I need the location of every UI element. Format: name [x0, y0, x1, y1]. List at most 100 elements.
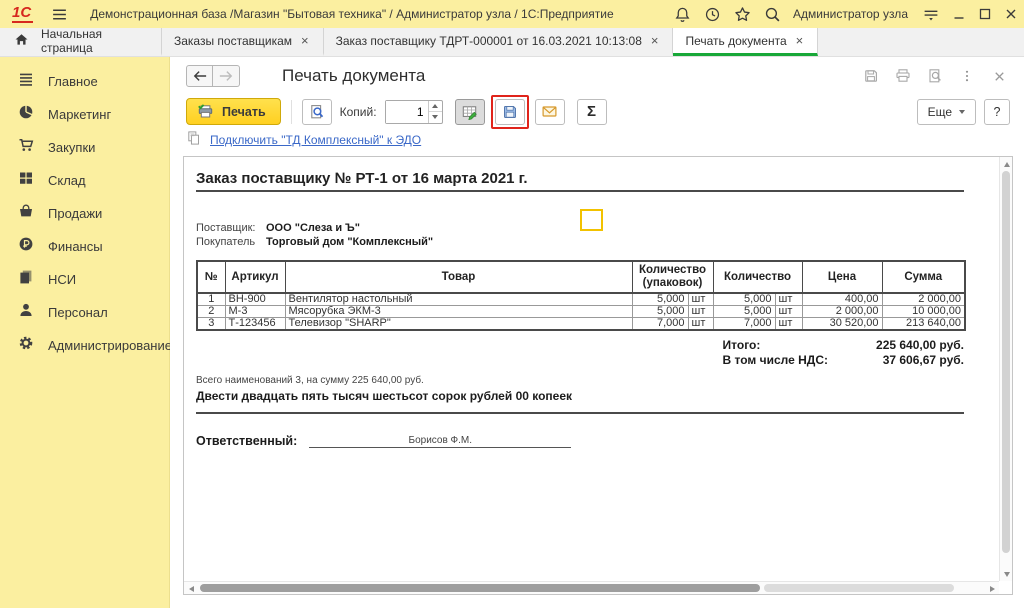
help-button[interactable]: ? [984, 99, 1010, 125]
copies-stepper[interactable] [385, 100, 443, 124]
spin-down-icon[interactable] [429, 112, 442, 123]
sidebar-item-label: Администрирование [48, 338, 172, 353]
buyer-label: Покупатель [196, 235, 266, 249]
sidebar-item-purchases[interactable]: Закупки [0, 131, 169, 164]
chevron-down-icon [959, 110, 965, 114]
main-panel: Печать документа [170, 57, 1024, 608]
preview-button[interactable] [302, 99, 332, 125]
save-document-button[interactable] [495, 99, 525, 125]
close-form-icon[interactable] [986, 64, 1012, 88]
save-outline-icon[interactable] [858, 64, 884, 88]
table-row: 3 Т-123456 Телевизор "SHARP" 7,000 шт 7,… [197, 318, 965, 331]
copies-spin-buttons [428, 101, 442, 123]
scroll-up-icon[interactable] [1000, 158, 1013, 170]
search-icon[interactable] [757, 1, 787, 27]
home-icon [14, 32, 29, 50]
gear-icon [18, 335, 34, 356]
top-bar: 1С Демонстрационная база /Магазин "Бытов… [0, 0, 1024, 28]
supplier-label: Поставщик: [196, 221, 266, 235]
vertical-scrollbar[interactable] [999, 157, 1012, 581]
maximize-button[interactable] [972, 1, 998, 27]
vat-value: 37 606,67 руб. [836, 353, 964, 367]
sidebar-item-sales[interactable]: Продажи [0, 197, 169, 230]
sidebar-item-label: Продажи [48, 206, 102, 221]
sidebar-item-nsi[interactable]: НСИ [0, 263, 169, 296]
sidebar-item-personnel[interactable]: Персонал [0, 296, 169, 329]
tab-home[interactable]: Начальная страница [0, 28, 162, 56]
more-dots-icon[interactable] [954, 64, 980, 88]
vertical-scroll-thumb[interactable] [1002, 171, 1010, 553]
tab-label: Начальная страница [41, 27, 149, 55]
copies-input[interactable] [386, 101, 428, 123]
edo-row: Подключить "ТД Комплексный" к ЭДО [170, 128, 1024, 152]
title-rule [196, 190, 964, 192]
scroll-left-icon[interactable] [185, 582, 197, 595]
document-title: Заказ поставщику № РТ-1 от 16 марта 2021… [196, 170, 999, 187]
print-button[interactable]: Печать [186, 98, 281, 125]
scroll-right-icon[interactable] [986, 582, 998, 595]
spin-up-icon[interactable] [429, 101, 442, 113]
responsible-signature: Борисов Ф.М. [309, 435, 571, 448]
footer-rule [196, 412, 964, 414]
table-row: 2 М-3 Мясорубка ЭКМ-3 5,000 шт 5,000 шт … [197, 306, 965, 318]
horizontal-scroll-thumb[interactable] [200, 584, 760, 592]
vat-label: В том числе НДС: [723, 353, 828, 367]
edit-table-button[interactable] [455, 99, 485, 125]
main-menu-icon[interactable] [51, 6, 68, 23]
notifications-bell-icon[interactable] [667, 1, 697, 27]
sidebar-item-administration[interactable]: Администрирование [0, 329, 169, 362]
tab-print-document[interactable]: Печать документа × [673, 28, 818, 56]
sidebar-item-label: Персонал [48, 305, 108, 320]
sidebar-item-main[interactable]: Главное [0, 65, 169, 98]
current-user[interactable]: Администратор узла [793, 7, 908, 21]
sidebar-item-warehouse[interactable]: Склад [0, 164, 169, 197]
summary-line: Всего наименований 3, на сумму 225 640,0… [196, 375, 999, 386]
total-label: Итого: [723, 338, 828, 352]
totals-block: Итого: 225 640,00 руб. В том числе НДС: … [196, 338, 964, 367]
scroll-down-icon[interactable] [1000, 568, 1013, 580]
favorites-star-icon[interactable] [727, 1, 757, 27]
service-menu-icon[interactable] [916, 1, 946, 27]
printed-document: Заказ поставщику № РТ-1 от 16 марта 2021… [184, 157, 999, 581]
save-highlight-frame [491, 95, 529, 129]
print-outline-icon[interactable] [890, 64, 916, 88]
edo-connect-link[interactable]: Подключить "ТД Комплексный" к ЭДО [210, 133, 421, 147]
forward-button[interactable] [213, 65, 240, 87]
col-header-sku: Артикул [225, 261, 285, 293]
tab-close-icon[interactable]: × [794, 33, 806, 48]
tab-supplier-orders[interactable]: Заказы поставщикам × [162, 28, 324, 56]
close-window-button[interactable] [998, 1, 1024, 27]
basket-icon [18, 203, 34, 224]
back-button[interactable] [186, 65, 213, 87]
reference-books-icon [18, 269, 34, 290]
sidebar-item-finance[interactable]: Финансы [0, 230, 169, 263]
supplier-value: ООО "Слеза и Ъ" [266, 221, 360, 235]
tab-label: Заказы поставщикам [174, 34, 292, 48]
sidebar-item-label: Маркетинг [48, 107, 111, 122]
responsible-label: Ответственный: [196, 434, 297, 448]
send-email-button[interactable] [535, 99, 565, 125]
sum-sigma-button[interactable]: Σ [577, 99, 607, 125]
minimize-button[interactable] [946, 1, 972, 27]
buyer-value: Торговый дом "Комплексный" [266, 235, 433, 249]
tab-close-icon[interactable]: × [649, 33, 661, 48]
tab-close-icon[interactable]: × [299, 33, 311, 48]
pie-chart-icon [18, 104, 34, 125]
preview-outline-icon[interactable] [922, 64, 948, 88]
horizontal-scroll-track[interactable] [764, 584, 954, 592]
tab-supplier-order-document[interactable]: Заказ поставщику ТДРТ-000001 от 16.03.20… [324, 28, 674, 56]
print-toolbar: Печать Копий: [170, 95, 1024, 128]
sidebar-item-label: Закупки [48, 140, 95, 155]
page-title: Печать документа [282, 66, 425, 86]
col-header-product: Товар [285, 261, 632, 293]
window-title: Демонстрационная база /Магазин "Бытовая … [90, 7, 614, 21]
more-button[interactable]: Еще [917, 99, 976, 125]
tab-bar: Начальная страница Заказы поставщикам × … [0, 28, 1024, 57]
col-header-qty: Количество [713, 261, 802, 293]
history-icon[interactable] [697, 1, 727, 27]
horizontal-scrollbar[interactable] [184, 581, 999, 594]
section-sidebar: Главное Маркетинг Закупки Склад Продажи … [0, 57, 170, 608]
print-button-label: Печать [222, 105, 266, 119]
cart-icon [18, 137, 34, 158]
sidebar-item-marketing[interactable]: Маркетинг [0, 98, 169, 131]
